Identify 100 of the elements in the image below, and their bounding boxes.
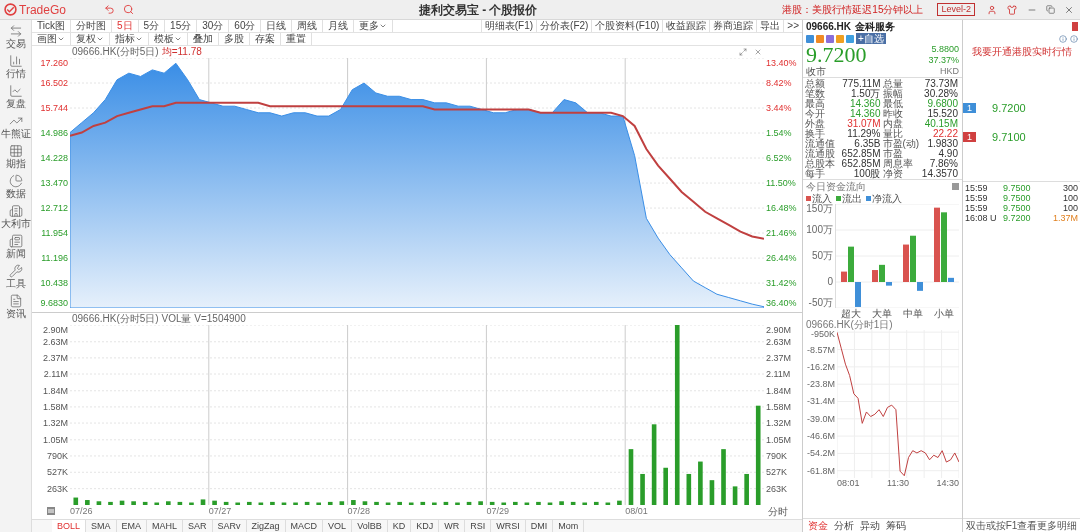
- axis-label: 2.90M: [42, 325, 69, 335]
- panel-button[interactable]: 券商追踪: [709, 20, 757, 32]
- chart-tool-button[interactable]: 叠加: [188, 33, 219, 45]
- chart-tool-button[interactable]: 重置: [281, 33, 312, 45]
- volume-bar: [362, 501, 368, 505]
- indicator-tab[interactable]: WRSI: [491, 520, 526, 532]
- detail-icon[interactable]: [1070, 34, 1078, 43]
- chart-tool-button[interactable]: 指标: [110, 33, 149, 45]
- chart-close-icon[interactable]: [754, 48, 762, 56]
- stat-value: 14.360: [849, 99, 881, 109]
- panel-button[interactable]: 导出: [756, 20, 784, 32]
- sidebar-item[interactable]: 牛熊证: [0, 114, 31, 139]
- restore-icon[interactable]: [1046, 5, 1055, 14]
- axis-label: -23.8M: [807, 380, 835, 390]
- sidebar-item[interactable]: 期指: [5, 144, 26, 169]
- indicator-tab[interactable]: SAR: [183, 520, 213, 532]
- menu-icon[interactable]: [47, 507, 55, 515]
- period-tab[interactable]: 更多: [354, 20, 394, 32]
- sidebar-item[interactable]: 大利市: [0, 204, 31, 229]
- realtime-link[interactable]: 我要开通港股实时行情: [971, 46, 1072, 58]
- period-tab[interactable]: 分时图: [70, 20, 112, 32]
- indicator-tab[interactable]: MAHL: [147, 520, 184, 532]
- chart-tool-button[interactable]: 存案: [250, 33, 281, 45]
- period-tab[interactable]: Tick图: [32, 20, 71, 32]
- close-icon[interactable]: [1064, 4, 1074, 15]
- sidebar-item[interactable]: 工具: [5, 264, 26, 289]
- period-tab[interactable]: 5日: [111, 20, 139, 32]
- indicator-tab[interactable]: SARv: [212, 520, 247, 532]
- document-icon: [8, 294, 23, 308]
- stat-value: 1.9830: [927, 139, 958, 149]
- stat-label: 笔数: [805, 89, 825, 99]
- wrench-icon: [8, 264, 23, 278]
- panel-tab[interactable]: 异动: [857, 519, 883, 532]
- panel-button[interactable]: 分价表(F2): [536, 20, 592, 32]
- panel-button[interactable]: 明细表(F1): [480, 20, 537, 32]
- sidebar-item[interactable]: 交易: [5, 24, 26, 49]
- indicator-tab[interactable]: WR: [439, 520, 466, 532]
- watchlist-button[interactable]: +自选: [856, 33, 886, 44]
- period-tab[interactable]: 15分: [165, 20, 198, 32]
- expand-icon[interactable]: [739, 48, 747, 56]
- panel-button[interactable]: >>: [783, 20, 802, 32]
- trade-time: 16:08 U: [965, 213, 998, 223]
- stat-value: 4.90: [938, 149, 958, 159]
- indicator-tab[interactable]: MACD: [285, 520, 324, 532]
- indicator-tab[interactable]: VolBB: [352, 520, 388, 532]
- search-icon[interactable]: [123, 4, 134, 15]
- indicator-tab[interactable]: SMA: [86, 520, 117, 532]
- stat-value: 9.6800: [927, 99, 958, 109]
- panel-button[interactable]: 个股资料(F10): [591, 20, 663, 32]
- sidebar-item[interactable]: 行情: [5, 54, 26, 79]
- volume-bar: [501, 502, 507, 505]
- period-tab[interactable]: 日线: [261, 20, 293, 32]
- indicator-tab[interactable]: DMI: [525, 520, 554, 532]
- chart-tool-button[interactable]: 画图: [32, 33, 71, 45]
- period-tab[interactable]: 30分: [197, 20, 230, 32]
- collapse-icon[interactable]: [952, 182, 959, 190]
- indicator-tab[interactable]: ZigZag: [246, 520, 286, 532]
- sidebar-item[interactable]: 数据: [5, 174, 26, 199]
- panel-tab[interactable]: 分析: [831, 519, 857, 532]
- info-icon[interactable]: [1059, 34, 1067, 43]
- indicator-tab[interactable]: Mom: [553, 520, 585, 532]
- chart-tool-button[interactable]: 模板: [149, 33, 188, 45]
- indicator-tab[interactable]: BOLL: [52, 520, 86, 532]
- panel-tab[interactable]: 资金: [805, 519, 831, 532]
- panel-tab[interactable]: 筹码: [883, 519, 909, 532]
- chart-tool-button[interactable]: 复权: [71, 33, 110, 45]
- shirt-icon[interactable]: [1007, 4, 1017, 15]
- indicator-tab[interactable]: KD: [387, 520, 412, 532]
- axis-label: 1.58M: [42, 401, 69, 412]
- stat-label: 流通值: [805, 139, 835, 149]
- period-tab[interactable]: 月线: [323, 20, 355, 32]
- axis-label: 790K: [765, 450, 789, 461]
- chart-tool-button[interactable]: 多股: [219, 33, 250, 45]
- user-icon[interactable]: [987, 4, 997, 15]
- stat-value: 100股: [853, 169, 881, 179]
- indicator-tab[interactable]: KDJ: [411, 520, 440, 532]
- level-button[interactable]: Level-2: [937, 3, 975, 16]
- stat-label: 流通股: [805, 149, 835, 159]
- period-tab[interactable]: 周线: [292, 20, 324, 32]
- axis-label: 1.32M: [42, 418, 69, 429]
- sidebar-item[interactable]: 复盘: [5, 84, 26, 109]
- sidebar-item[interactable]: 资讯: [5, 294, 26, 319]
- indicator-tab[interactable]: RSI: [465, 520, 492, 532]
- axis-label: 2.63M: [42, 336, 69, 347]
- date-label: 08/01: [625, 505, 649, 517]
- period-tab[interactable]: 5分: [138, 20, 166, 32]
- stat-label: 总股本: [805, 159, 835, 169]
- axis-label: 1.05M: [765, 434, 792, 445]
- delay-notice: 港股：美股行情延迟15分钟以上: [782, 3, 924, 17]
- indicator-tab[interactable]: VOL: [323, 520, 353, 532]
- undo-icon[interactable]: [104, 4, 115, 15]
- axis-label: 0: [827, 277, 833, 287]
- indicator-tab[interactable]: EMA: [116, 520, 148, 532]
- panel-button[interactable]: 收益跟踪: [662, 20, 710, 32]
- sidebar-item[interactable]: 新闻: [5, 234, 26, 259]
- volume-bar: [443, 501, 449, 505]
- stat-label: 最高: [805, 99, 825, 109]
- period-tab[interactable]: 60分: [229, 20, 262, 32]
- line-chart-icon: [8, 84, 23, 98]
- volume-bar: [744, 473, 749, 505]
